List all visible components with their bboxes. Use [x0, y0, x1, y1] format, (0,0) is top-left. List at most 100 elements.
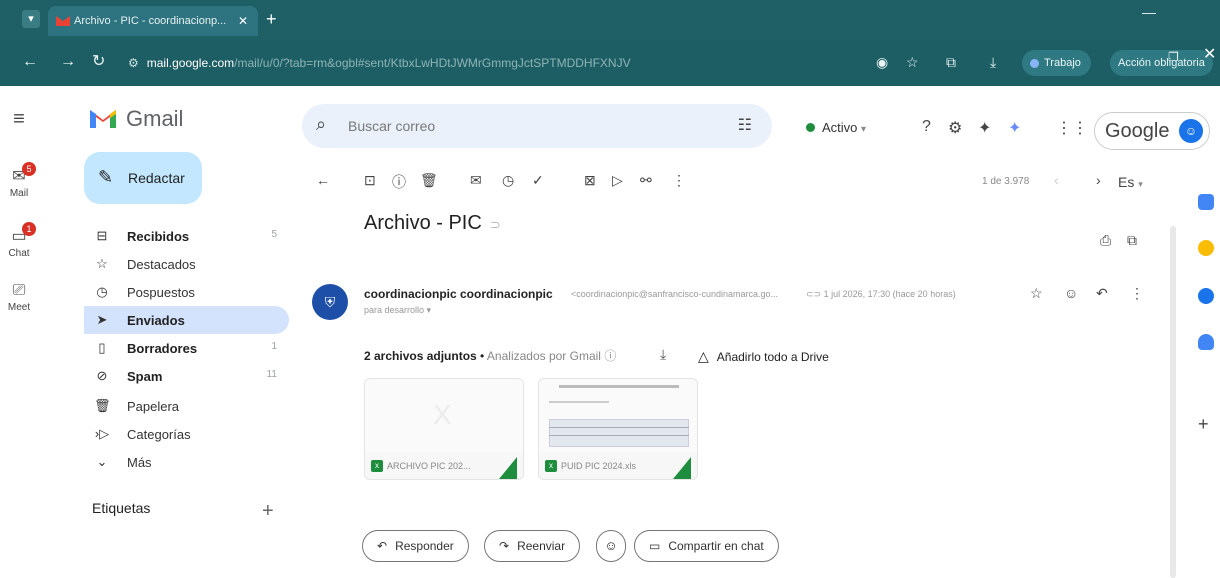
bookmark-star-icon[interactable]: ☆: [906, 53, 919, 71]
label-tag-icon[interactable]: ⊃: [490, 217, 501, 232]
email-subject: Archivo - PIC ⊃: [364, 212, 501, 235]
window-close-icon[interactable]: ✕: [1203, 44, 1216, 64]
star-message-icon[interactable]: ☆: [1030, 285, 1043, 302]
gemini-sparkle-icon[interactable]: ✦: [978, 118, 991, 138]
get-addons-icon[interactable]: +: [1198, 414, 1209, 435]
rail-meet[interactable]: ⎚ Meet: [4, 280, 34, 313]
sidebar-item-drafts[interactable]: ▯ Borradores 1: [84, 334, 289, 362]
mark-unread-icon[interactable]: ✉: [470, 172, 482, 189]
sidebar-item-label: Spam: [127, 369, 163, 384]
rail-chat[interactable]: ▭ 1 Chat: [4, 222, 36, 259]
recipient-details[interactable]: para desarrollo ▾: [364, 305, 431, 316]
snooze-icon[interactable]: ◷: [502, 172, 514, 189]
tab-search-button[interactable]: ▾: [22, 10, 40, 28]
sender-name[interactable]: coordinacionpic coordinacionpic: [364, 287, 553, 301]
spam-icon: ⊘: [96, 368, 108, 383]
status-selector[interactable]: Activo ▾: [806, 120, 866, 135]
new-tab-button[interactable]: +: [266, 10, 277, 28]
sender-avatar[interactable]: ⛨: [312, 284, 348, 320]
search-bar[interactable]: ⌕ Buscar correo ☷: [302, 104, 772, 148]
more-options-icon[interactable]: ⋮: [672, 172, 686, 189]
browser-tab[interactable]: Archivo - PIC - coordinacionp... ✕: [48, 6, 258, 36]
main-menu-icon[interactable]: ≡: [4, 108, 34, 131]
extensions-icon[interactable]: ⧉: [946, 53, 956, 71]
browser-tabstrip: ▾ Archivo - PIC - coordinacionp... ✕ + —: [0, 0, 1220, 40]
add-label-icon[interactable]: +: [262, 500, 274, 523]
pager-text: 1 de 3.978: [982, 176, 1030, 187]
move-to-icon[interactable]: ⊠: [584, 172, 596, 189]
update-required-button[interactable]: Acción obligatoria: [1110, 50, 1213, 76]
tab-close-icon[interactable]: ✕: [238, 6, 248, 36]
excel-placeholder-icon: X: [433, 399, 452, 430]
sidebar-item-more[interactable]: ⌄ Más: [84, 448, 289, 476]
print-icon[interactable]: ⎙: [1100, 232, 1111, 249]
message-more-icon[interactable]: ⋮: [1130, 285, 1144, 302]
tasks-icon[interactable]: [1198, 288, 1214, 304]
keep-icon[interactable]: [1198, 240, 1214, 256]
account-button[interactable]: Google ☺: [1094, 112, 1210, 150]
sidebar-item-label: Categorías: [127, 427, 191, 442]
emoji-button[interactable]: ☺: [596, 530, 626, 562]
forward-icon[interactable]: →: [60, 53, 76, 71]
download-icon[interactable]: ⤓: [990, 53, 996, 71]
chevron-down-icon: ⌄: [96, 454, 108, 469]
forward-arrow-icon: ↷: [499, 539, 510, 553]
older-icon[interactable]: ›: [1096, 172, 1101, 188]
sidebar-item-trash[interactable]: 🗑 Papelera: [84, 392, 289, 420]
address-bar[interactable]: ⚙ mail.google.com/mail/u/0/?tab=rm&ogbl#s…: [128, 50, 818, 76]
sidebar-item-label: Papelera: [127, 399, 180, 414]
compose-button[interactable]: ✎ Redactar: [84, 152, 202, 204]
profile-chip[interactable]: Trabajo: [1022, 50, 1091, 76]
share-in-chat-button[interactable]: ▭ Compartir en chat: [634, 530, 779, 562]
attachment-card[interactable]: x PUID PIC 2024.xls: [538, 378, 698, 480]
site-info-icon[interactable]: ⚙: [128, 56, 139, 70]
split-icon[interactable]: ⚯: [640, 172, 652, 189]
search-icon[interactable]: ⌕: [316, 114, 326, 135]
search-options-icon[interactable]: ☷: [738, 115, 752, 135]
info-icon[interactable]: ⓘ: [604, 349, 616, 363]
attachment-preview: [539, 379, 697, 453]
reload-icon[interactable]: ↻: [92, 53, 105, 71]
forward-button[interactable]: ↷ Reenviar: [484, 530, 581, 562]
reply-button[interactable]: ↶ Responder: [362, 530, 469, 562]
calendar-icon[interactable]: [1198, 194, 1214, 210]
mail-icon: ✉ 5: [4, 162, 36, 188]
clock-icon: ◷: [96, 284, 108, 299]
emoji-reaction-icon[interactable]: ☺: [1064, 285, 1078, 301]
contacts-icon[interactable]: [1198, 334, 1214, 350]
sidebar-item-snoozed[interactable]: ◷ Pospuestos: [84, 278, 289, 306]
search-input[interactable]: Buscar correo: [348, 118, 435, 134]
excel-file-icon: x: [371, 460, 383, 472]
report-spam-icon[interactable]: ⓘ: [392, 172, 406, 192]
drive-label: Añadirlo todo a Drive: [716, 350, 829, 364]
attachment-card[interactable]: X x ARCHIVO PIC 202...: [364, 378, 524, 480]
reply-icon[interactable]: ↶: [1096, 285, 1108, 302]
drive-add-icon: △: [698, 348, 709, 364]
input-tools-selector[interactable]: Es ▾: [1118, 174, 1143, 190]
newer-icon[interactable]: ‹: [1054, 172, 1059, 188]
back-icon[interactable]: ←: [22, 53, 38, 71]
download-all-icon[interactable]: ⤓: [660, 346, 666, 363]
help-icon[interactable]: ?: [922, 118, 931, 136]
sidebar-item-sent[interactable]: ➤ Enviados: [84, 306, 289, 334]
back-to-list-icon[interactable]: ←: [316, 172, 330, 188]
scrollbar[interactable]: [1170, 226, 1176, 578]
sidebar-item-starred[interactable]: ☆ Destacados: [84, 250, 289, 278]
window-minimize-icon[interactable]: —: [1142, 4, 1156, 20]
add-to-drive-button[interactable]: △ Añadirlo todo a Drive: [698, 348, 829, 365]
eye-icon[interactable]: ◉: [876, 53, 888, 71]
open-in-new-window-icon[interactable]: ⧉: [1127, 232, 1137, 249]
sidebar-item-inbox[interactable]: ⊟ Recibidos 5: [84, 222, 289, 250]
delete-icon[interactable]: 🗑: [420, 172, 438, 189]
rail-mail[interactable]: ✉ 5 Mail: [4, 162, 36, 199]
sidebar-item-spam[interactable]: ⊘ Spam 11: [84, 362, 289, 390]
apps-grid-icon[interactable]: ⋮⋮: [1056, 118, 1088, 138]
archive-icon[interactable]: ⊡: [364, 172, 376, 189]
label-as-icon[interactable]: ▷: [612, 172, 623, 189]
gemini-star-icon[interactable]: ✦: [1008, 118, 1021, 138]
settings-gear-icon[interactable]: ⚙: [948, 118, 962, 138]
sidebar-item-categories[interactable]: ›▷ Categorías: [84, 420, 289, 448]
window-restore-icon[interactable]: ❐: [1168, 50, 1179, 64]
sidebar-item-count: 1: [271, 341, 277, 352]
add-task-icon[interactable]: ✓: [532, 172, 544, 189]
